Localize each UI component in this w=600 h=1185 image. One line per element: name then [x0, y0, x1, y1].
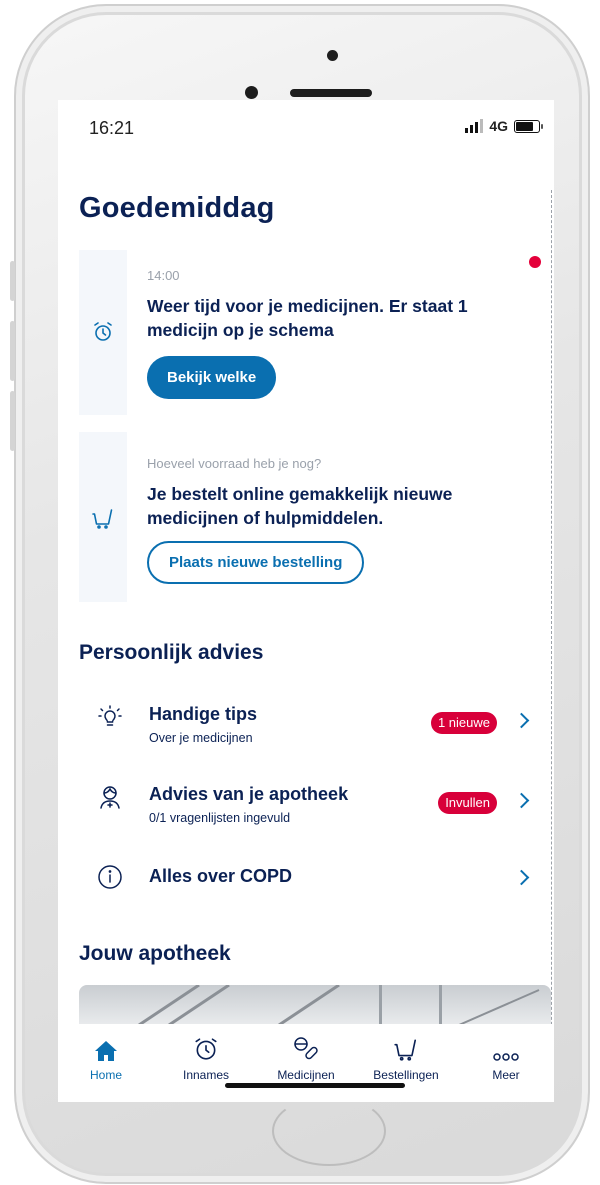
phone-side-button [10, 391, 15, 451]
tab-label: Meer [492, 1068, 520, 1082]
more-icon [461, 1034, 551, 1062]
cart-icon [91, 506, 115, 535]
tab-innames[interactable]: Innames [161, 1034, 251, 1082]
tab-label: Medicijnen [277, 1068, 335, 1082]
advice-heading: Persoonlijk advies [79, 641, 264, 664]
order-meta: Hoeveel voorraad heb je nog? [147, 456, 322, 471]
lightbulb-icon [97, 704, 123, 735]
advice-item-pharmacy[interactable]: Advies van je apotheek 0/1 vragenlijsten… [79, 782, 549, 852]
cart-icon [361, 1034, 451, 1062]
reminder-time: 14:00 [147, 268, 180, 283]
reminder-card: 14:00 Weer tijd voor je medicijnen. Er s… [79, 250, 534, 415]
tab-label: Home [89, 1068, 122, 1082]
phone-speaker [290, 89, 372, 97]
phone-front-camera [245, 86, 258, 99]
tab-home[interactable]: Home [61, 1034, 151, 1082]
app-screen: 16:21 4G Goedemiddag 14:00 Weer tijd voo… [58, 100, 554, 1102]
pharmacist-icon [97, 784, 123, 815]
home-indicator [225, 1083, 405, 1088]
advice-item-title: Advies van je apotheek [149, 784, 349, 804]
advice-item-subtitle: Over je medicijnen [149, 731, 253, 745]
new-order-button[interactable]: Plaats nieuwe bestelling [147, 541, 365, 584]
pills-icon [261, 1034, 351, 1062]
order-title: Je bestelt online gemakkelijk nieuwe med… [147, 484, 453, 528]
phone-home-button [272, 1096, 386, 1166]
tab-medicijnen[interactable]: Medicijnen [261, 1034, 351, 1082]
reminder-title: Weer tijd voor je medicijnen. Er staat 1… [147, 296, 468, 340]
tab-label: Bestellingen [373, 1068, 439, 1082]
order-card: Hoeveel voorraad heb je nog? Je bestelt … [79, 432, 534, 602]
tab-label: Innames [182, 1068, 230, 1082]
chevron-right-icon [513, 869, 530, 886]
status-time: 16:21 [89, 118, 135, 138]
advice-item-subtitle: 0/1 vragenlijsten ingevuld [149, 811, 291, 825]
greeting-title: Goedemiddag [79, 192, 275, 224]
pharmacy-heading: Jouw apotheek [79, 942, 231, 965]
chevron-right-icon [513, 712, 530, 729]
alarm-clock-icon [91, 320, 115, 349]
network-label: 4G [489, 118, 508, 134]
advice-item-title: Handige tips [149, 704, 258, 724]
advice-item-title: Alles over COPD [149, 866, 293, 886]
phone-side-button [10, 321, 15, 381]
advice-item-tips[interactable]: Handige tips Over je medicijnen 1 nieuwe [79, 702, 549, 772]
pharmacy-photo[interactable] [79, 985, 551, 1025]
view-medicines-button[interactable]: Bekijk welke [147, 356, 277, 399]
tab-meer[interactable]: Meer [461, 1034, 551, 1082]
tab-bestellingen[interactable]: Bestellingen [361, 1034, 451, 1082]
phone-side-button [10, 261, 15, 301]
info-icon [97, 864, 123, 895]
divider [551, 190, 552, 1070]
alarm-clock-icon [161, 1034, 251, 1062]
chevron-right-icon [513, 792, 530, 809]
new-badge: 1 nieuwe [430, 712, 497, 734]
signal-icon [465, 119, 484, 133]
status-bar: 16:21 4G [89, 118, 543, 142]
tab-bar: Home Innames Medicijnen Bestellingen Mee… [58, 1024, 554, 1102]
phone-camera [327, 50, 338, 61]
battery-icon [514, 119, 543, 133]
home-icon [61, 1034, 151, 1062]
fill-in-badge: Invullen [438, 792, 497, 814]
advice-item-copd[interactable]: Alles over COPD [79, 862, 549, 932]
